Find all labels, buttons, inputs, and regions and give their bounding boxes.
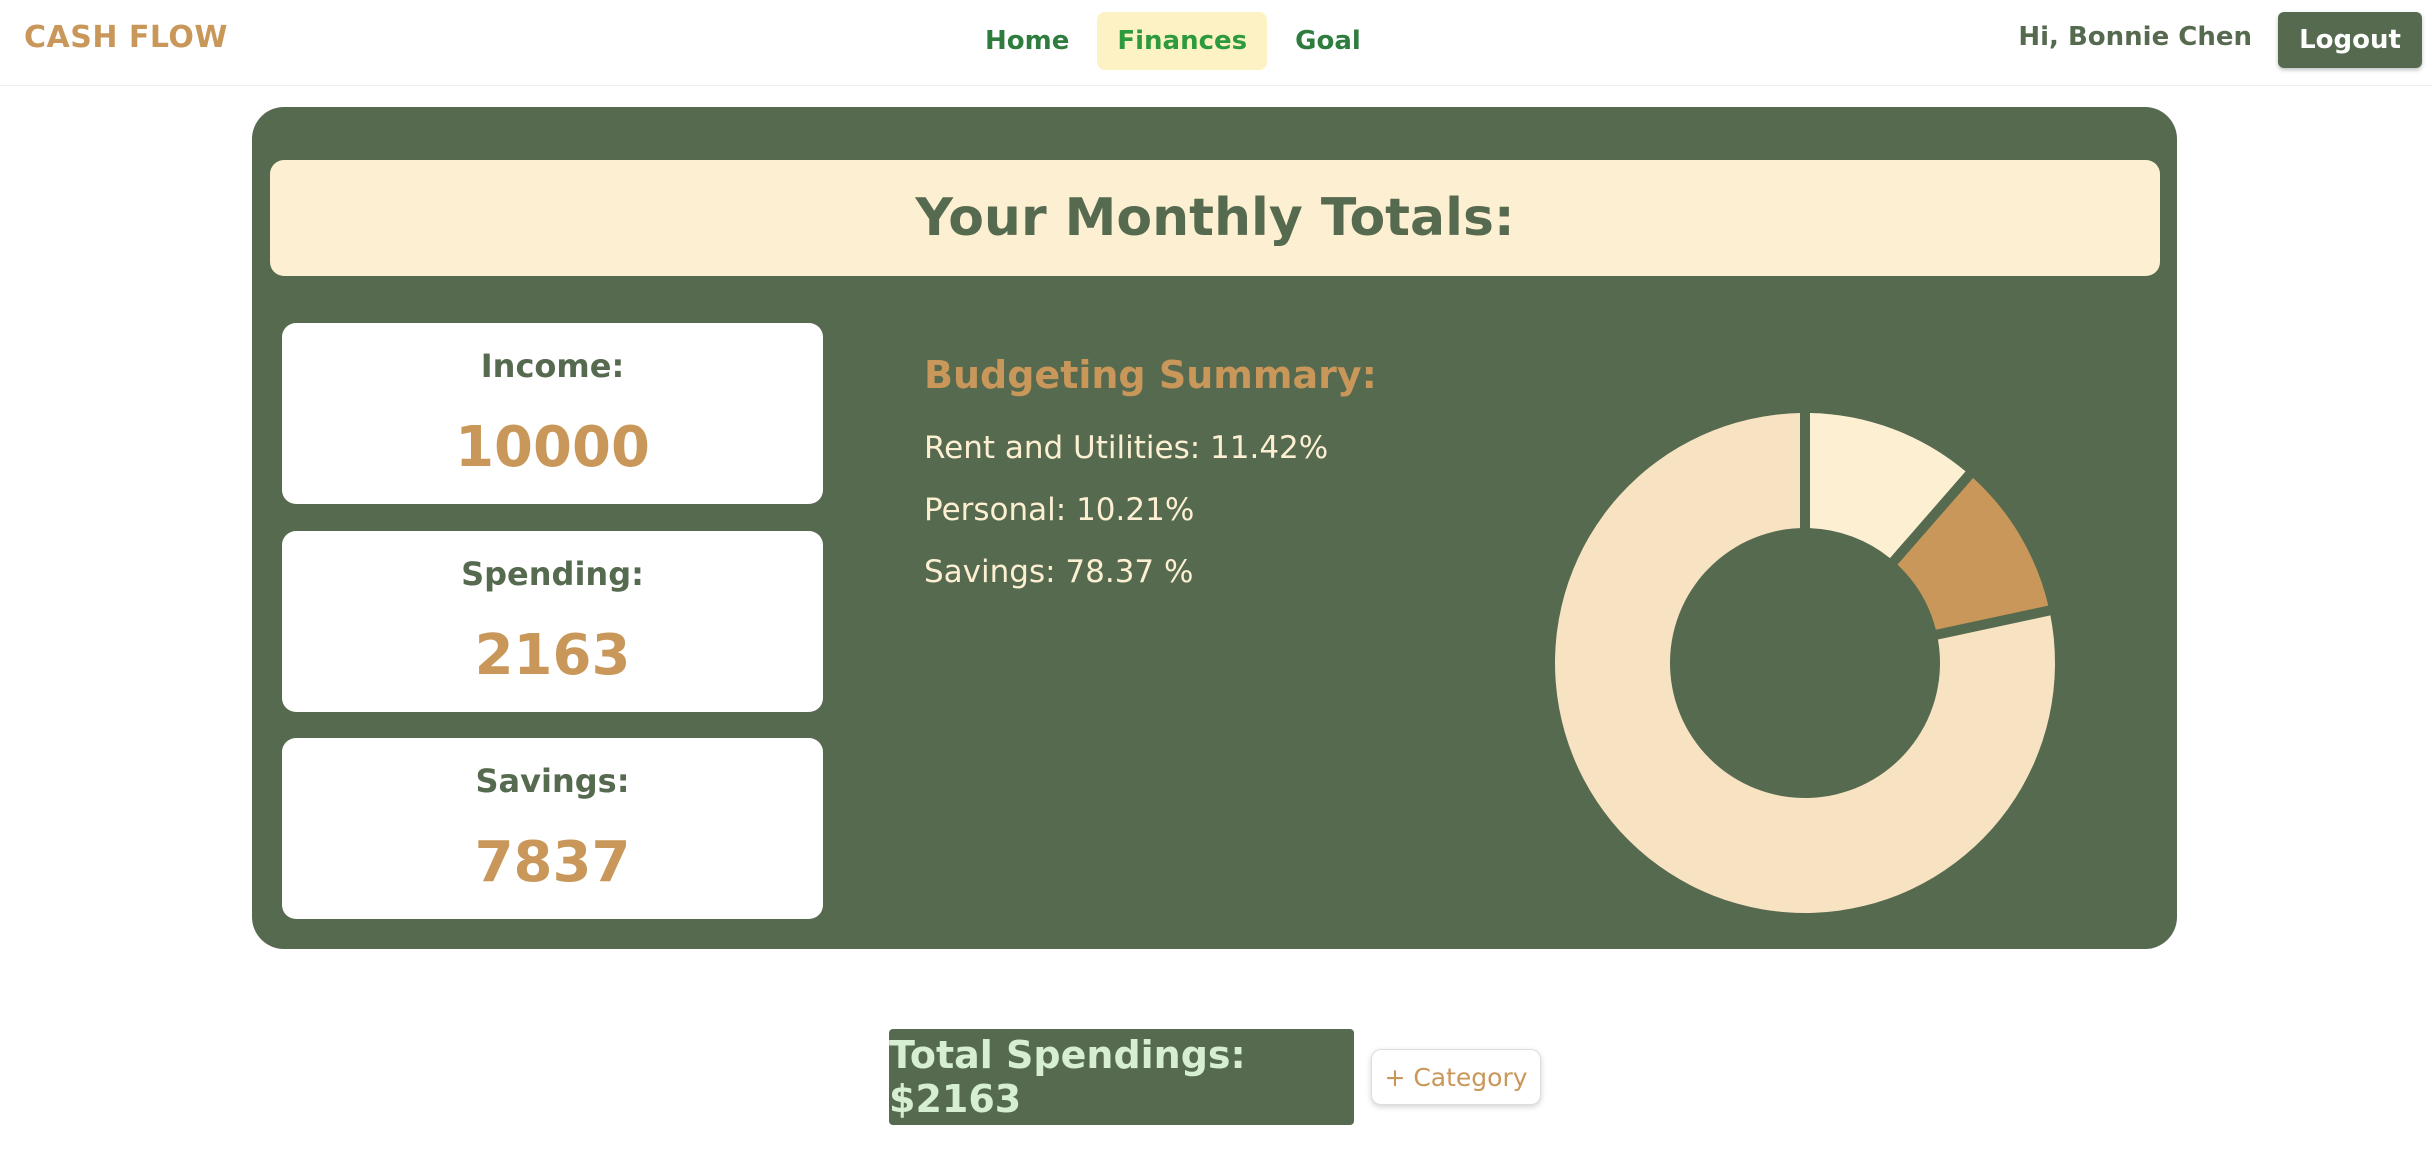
budget-summary-list: Rent and Utilities: 11.42% Personal: 10.… (924, 417, 1328, 603)
spending-card: Spending: 2163 (282, 531, 823, 712)
brand-logo[interactable]: CASH FLOW (24, 20, 228, 55)
summary-item-savings: Savings: 78.37 % (924, 554, 1194, 590)
nav-link-goal[interactable]: Goal (1275, 12, 1381, 70)
income-label: Income: (480, 347, 625, 385)
budget-donut-chart (1555, 413, 2055, 913)
income-card: Income: 10000 (282, 323, 823, 504)
add-category-button[interactable]: + Category (1371, 1049, 1541, 1105)
spending-value: 2163 (474, 623, 631, 688)
user-greeting: Hi, Bonnie Chen (2018, 22, 2252, 52)
total-spendings-box: Total Spendings: $2163 (889, 1029, 1354, 1125)
spending-label: Spending: (461, 555, 644, 593)
logout-button[interactable]: Logout (2278, 12, 2422, 68)
total-spendings-label: Total Spendings: $2163 (889, 1033, 1246, 1121)
summary-item-personal: Personal: 10.21% (924, 492, 1195, 528)
summary-item-rent: Rent and Utilities: 11.42% (924, 430, 1329, 466)
monthly-totals-panel: Your Monthly Totals: Income: 10000 Spend… (252, 107, 2177, 949)
panel-header: Your Monthly Totals: (270, 160, 2160, 276)
panel-title: Your Monthly Totals: (915, 188, 1515, 248)
nav-links: Home Finances Goal (965, 12, 1389, 70)
nav-link-finances[interactable]: Finances (1097, 12, 1268, 70)
income-value: 10000 (455, 415, 650, 480)
budget-summary-title: Budgeting Summary: (924, 353, 1377, 397)
savings-label: Savings: (475, 762, 630, 800)
savings-value: 7837 (474, 830, 631, 895)
nav-link-home[interactable]: Home (965, 12, 1089, 70)
top-navbar: CASH FLOW Home Finances Goal Hi, Bonnie … (0, 0, 2432, 86)
savings-card: Savings: 7837 (282, 738, 823, 919)
